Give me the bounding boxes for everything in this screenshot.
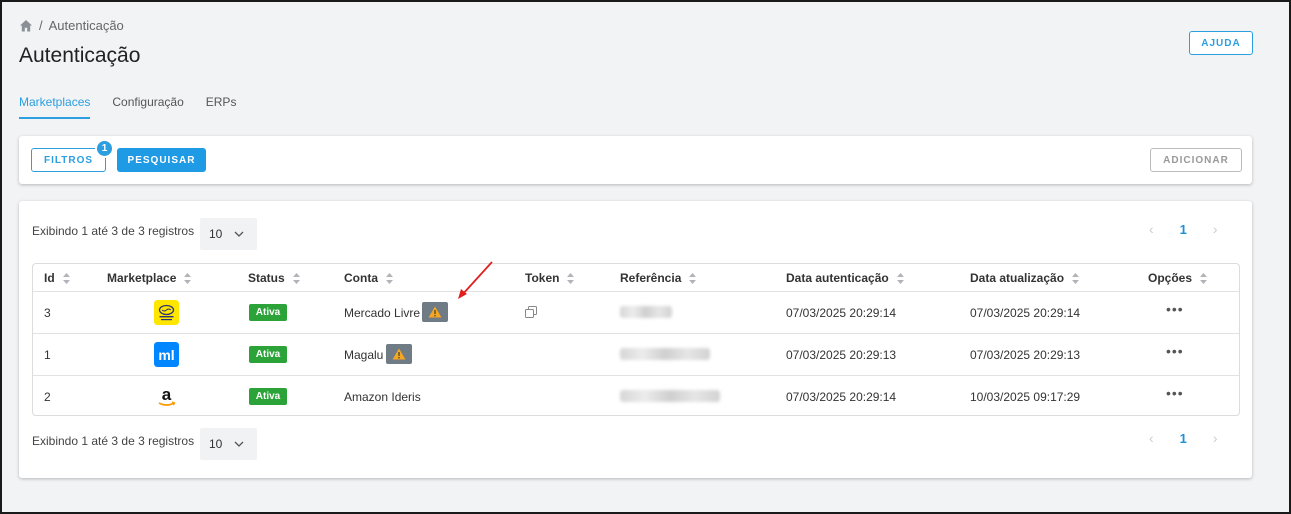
status-badge: Ativa — [249, 388, 287, 405]
chevron-right-icon[interactable]: › — [1213, 430, 1218, 446]
column-header-id[interactable]: Id — [44, 271, 71, 285]
cell-conta: Amazon Ideris — [344, 390, 421, 404]
cell-data-autenticacao: 07/03/2025 20:29:14 — [786, 306, 897, 320]
table-row: 3 Ativa Mercado Livre 07/03/2025 20:29:1… — [33, 292, 1239, 334]
cell-conta: Mercado Livre — [344, 306, 421, 320]
magalu-logo: ml — [154, 342, 179, 367]
breadcrumb-separator: / — [39, 18, 43, 33]
sort-icon — [386, 272, 393, 284]
filters-count-badge: 1 — [95, 139, 114, 158]
redacted-reference — [620, 348, 710, 360]
amazon-logo: a — [158, 385, 176, 406]
sort-icon — [689, 272, 697, 284]
chevron-right-icon[interactable]: › — [1213, 221, 1218, 237]
results-card: Exibindo 1 até 3 de 3 registros 10 ‹ 1 ›… — [19, 201, 1252, 478]
table-row: 2 a Ativa Amazon Ideris 07/03/2025 20:29… — [33, 376, 1239, 415]
per-page-value: 10 — [209, 227, 223, 241]
breadcrumb: / Autenticação — [19, 18, 124, 33]
svg-text:a: a — [162, 385, 172, 404]
column-header-token[interactable]: Token — [525, 271, 575, 285]
status-badge: Ativa — [249, 346, 287, 363]
warning-button[interactable] — [386, 344, 412, 364]
warning-icon — [428, 306, 442, 318]
breadcrumb-current: Autenticação — [48, 18, 124, 33]
redacted-reference — [620, 390, 720, 402]
home-icon[interactable] — [19, 19, 33, 33]
cell-data-atualizacao: 07/03/2025 20:29:14 — [970, 306, 1081, 320]
chevron-left-icon[interactable]: ‹ — [1149, 221, 1154, 237]
table-row: 1 ml Ativa Magalu 07/03/2025 20:29:13 07… — [33, 334, 1239, 376]
table-header: Id Marketplace Status Conta Token Referê… — [33, 264, 1239, 292]
add-button[interactable]: ADICIONAR — [1150, 148, 1242, 172]
pagination-bottom: ‹ 1 › — [1149, 430, 1218, 446]
tab-marketplaces[interactable]: Marketplaces — [19, 95, 91, 119]
cell-id: 2 — [44, 390, 51, 404]
pagination-top: ‹ 1 › — [1149, 221, 1218, 237]
app-frame: / Autenticação Autenticação AJUDA Market… — [0, 0, 1291, 514]
chevron-left-icon[interactable]: ‹ — [1149, 430, 1154, 446]
svg-text:ml: ml — [158, 347, 174, 363]
records-info-bottom: Exibindo 1 até 3 de 3 registros — [32, 434, 195, 448]
filter-toolbar: FILTROS 1 PESQUISAR ADICIONAR — [19, 136, 1252, 184]
per-page-value: 10 — [209, 437, 223, 451]
cell-id: 3 — [44, 306, 51, 320]
sort-icon — [896, 272, 904, 284]
more-options-icon[interactable]: ••• — [1166, 343, 1184, 359]
column-header-opcoes[interactable]: Opções — [1148, 271, 1208, 285]
status-badge: Ativa — [249, 304, 287, 321]
tab-configuracao[interactable]: Configuração — [112, 95, 183, 119]
copy-icon[interactable] — [525, 306, 537, 318]
cell-data-atualizacao: 07/03/2025 20:29:13 — [970, 348, 1081, 362]
per-page-select-top[interactable]: 10 — [200, 218, 257, 250]
page-title: Autenticação — [19, 44, 141, 67]
sort-icon — [567, 272, 575, 284]
sort-icon — [292, 272, 300, 284]
sort-icon — [184, 272, 192, 284]
cell-data-autenticacao: 07/03/2025 20:29:14 — [786, 390, 897, 404]
cell-conta: Magalu — [344, 348, 384, 362]
marketplaces-table: Id Marketplace Status Conta Token Referê… — [32, 263, 1240, 416]
column-header-data-autenticacao[interactable]: Data autenticação — [786, 271, 905, 285]
sort-icon — [1072, 272, 1080, 284]
cell-id: 1 — [44, 348, 51, 362]
tab-erps[interactable]: ERPs — [206, 95, 237, 119]
more-options-icon[interactable]: ••• — [1166, 301, 1184, 317]
mercado-livre-logo — [154, 300, 179, 325]
column-header-status[interactable]: Status — [248, 271, 301, 285]
per-page-select-bottom[interactable]: 10 — [200, 428, 257, 460]
cell-data-autenticacao: 07/03/2025 20:29:13 — [786, 348, 897, 362]
chevron-down-icon — [234, 441, 244, 447]
column-header-referencia[interactable]: Referência — [620, 271, 697, 285]
more-options-icon[interactable]: ••• — [1166, 385, 1184, 401]
chevron-down-icon — [234, 231, 244, 237]
search-button[interactable]: PESQUISAR — [117, 148, 206, 172]
tab-bar: Marketplaces Configuração ERPs — [19, 95, 236, 119]
column-header-conta[interactable]: Conta — [344, 271, 394, 285]
records-info-top: Exibindo 1 até 3 de 3 registros — [32, 224, 195, 238]
sort-icon — [62, 272, 70, 284]
warning-icon — [392, 348, 406, 360]
column-header-marketplace[interactable]: Marketplace — [107, 271, 192, 285]
help-button[interactable]: AJUDA — [1189, 31, 1253, 55]
column-header-data-atualizacao[interactable]: Data atualização — [970, 271, 1080, 285]
cell-data-atualizacao: 10/03/2025 09:17:29 — [970, 390, 1081, 404]
sort-icon — [1200, 272, 1208, 284]
redacted-reference — [620, 306, 672, 318]
page-number[interactable]: 1 — [1180, 222, 1187, 237]
warning-button[interactable] — [422, 302, 448, 322]
page-number[interactable]: 1 — [1180, 431, 1187, 446]
